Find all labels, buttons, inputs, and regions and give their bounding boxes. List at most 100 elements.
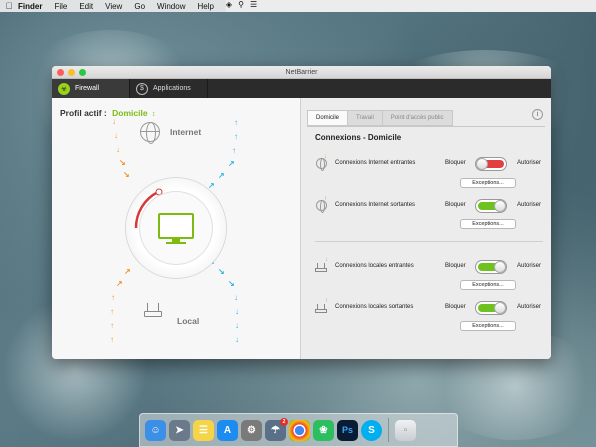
local-outbound-toggle[interactable]	[475, 301, 507, 315]
profile-selector[interactable]: Domicile	[112, 108, 147, 118]
local-outbound-arrow: ↑	[111, 293, 115, 302]
connections-panel: Domicile Travail Point d'accès public i …	[301, 98, 551, 359]
finder-icon[interactable]: ☺	[145, 419, 166, 441]
apple-menu-icon[interactable]: 	[0, 1, 18, 11]
local-label: Local	[177, 316, 200, 326]
outbound-arrow: ↗	[228, 159, 235, 168]
chevron-updown-icon[interactable]: ↕	[152, 111, 156, 118]
exceptions-button[interactable]: Exceptions...	[460, 219, 516, 229]
menu-go[interactable]: Go	[134, 2, 145, 11]
block-label: Bloquer	[445, 160, 466, 166]
allow-label: Autoriser	[517, 263, 542, 269]
local-inbound-icon: ↓	[315, 257, 329, 273]
chrome-icon[interactable]	[289, 419, 310, 441]
row-label: Connexions Internet entrantes	[335, 160, 416, 166]
app-store-icon[interactable]: A	[217, 419, 238, 441]
menu-view[interactable]: View	[105, 2, 122, 11]
notification-center-icon[interactable]: ☰	[250, 0, 257, 12]
internet-outbound-icon: ↑	[315, 196, 329, 213]
tab-firewall[interactable]: ☣ Firewall	[52, 79, 130, 98]
netbarrier-icon[interactable]: ☂ 2	[265, 417, 288, 441]
minimize-window-button[interactable]	[68, 69, 75, 76]
menu-window[interactable]: Window	[157, 2, 185, 11]
wifi-icon[interactable]: ◈	[226, 0, 232, 12]
block-label: Bloquer	[445, 202, 466, 208]
internet-label: Internet	[170, 127, 202, 137]
local-outbound-arrow: ↗	[116, 279, 123, 288]
local-inbound-arrow: ↘	[228, 279, 235, 288]
internet-globe-icon	[140, 122, 160, 144]
menu-bar:  Finder File Edit View Go Window Help ◈…	[0, 0, 596, 12]
computer-hub	[126, 178, 226, 278]
tab-public-hotspot[interactable]: Point d'accès public	[382, 110, 453, 126]
divider	[315, 241, 543, 242]
outbound-arrow: ↑	[232, 146, 236, 155]
zoom-window-button[interactable]	[79, 69, 86, 76]
title-bar: NetBarrier	[52, 66, 551, 79]
connection-row: ↑ Connexions Internet sortantes Bloquer …	[315, 196, 543, 214]
outbound-arrow: ↑	[234, 132, 238, 141]
local-outbound-arrow: ↑	[110, 321, 114, 330]
exceptions-button[interactable]: Exceptions...	[460, 178, 516, 188]
internet-outbound-toggle[interactable]	[475, 199, 507, 213]
skype-icon[interactable]: S	[361, 419, 382, 441]
system-preferences-icon[interactable]: ⚙	[241, 419, 262, 441]
internet-inbound-toggle[interactable]	[475, 157, 507, 171]
exceptions-button[interactable]: Exceptions...	[460, 280, 516, 290]
photoshop-icon[interactable]: Ps	[337, 419, 358, 441]
section-title: Connexions - Domicile	[315, 133, 402, 142]
toolbar: ☣ Firewall $ Applications	[52, 79, 551, 98]
dock: ☺ ➤ ☰ A ⚙ ☂ 2 ❀ Ps S ▫	[139, 413, 458, 447]
tab-domicile[interactable]: Domicile	[307, 110, 349, 126]
row-label: Connexions locales sortantes	[335, 304, 414, 310]
inbound-arrow: ↓	[114, 131, 118, 140]
tab-applications-label: Applications	[153, 85, 191, 92]
block-label: Bloquer	[445, 263, 466, 269]
close-window-button[interactable]	[57, 69, 64, 76]
local-outbound-arrow: ↑	[110, 307, 114, 316]
allow-label: Autoriser	[517, 160, 542, 166]
notification-badge: 2	[280, 417, 288, 426]
tab-firewall-label: Firewall	[75, 85, 100, 92]
local-outbound-icon: ↑	[315, 298, 329, 314]
traffic-diagram-panel: Profil actif : Domicile ↕ Internet Local…	[52, 98, 301, 359]
computer-monitor-icon	[158, 213, 194, 239]
internet-inbound-icon: ↓	[315, 154, 329, 171]
tab-travail[interactable]: Travail	[348, 110, 383, 126]
netbarrier-window: NetBarrier ☣ Firewall $ Applications Pro…	[52, 66, 551, 359]
local-inbound-toggle[interactable]	[475, 260, 507, 274]
local-inbound-arrow: ↓	[234, 293, 238, 302]
allow-label: Autoriser	[517, 202, 542, 208]
local-inbound-arrow: ↓	[235, 335, 239, 344]
profile-label: Profil actif :	[60, 108, 107, 118]
local-router-icon	[144, 303, 162, 317]
exceptions-button[interactable]: Exceptions...	[460, 321, 516, 331]
menu-help[interactable]: Help	[197, 2, 213, 11]
active-profile: Profil actif : Domicile ↕	[60, 108, 155, 118]
tab-applications[interactable]: $ Applications	[130, 79, 208, 98]
firewall-icon: ☣	[58, 82, 70, 95]
local-outbound-arrow: ↑	[110, 335, 114, 344]
info-icon[interactable]: i	[532, 109, 543, 120]
allow-label: Autoriser	[517, 304, 542, 310]
block-label: Bloquer	[445, 304, 466, 310]
menu-file[interactable]: File	[54, 2, 67, 11]
spotlight-icon[interactable]: ⚲	[238, 0, 244, 12]
row-label: Connexions locales entrantes	[335, 263, 414, 269]
menu-finder[interactable]: Finder	[18, 2, 42, 11]
local-inbound-arrow: ↓	[235, 307, 239, 316]
notes-icon[interactable]: ☰	[193, 419, 214, 441]
launchpad-icon[interactable]: ➤	[169, 419, 190, 441]
evernote-icon[interactable]: ❀	[313, 419, 334, 441]
connection-row: ↓ Connexions Internet entrantes Bloquer …	[315, 154, 543, 172]
connection-row: ↓ Connexions locales entrantes Bloquer A…	[315, 257, 543, 275]
applications-icon: $	[136, 82, 148, 95]
outbound-arrow: ↑	[234, 118, 238, 127]
local-inbound-arrow: ↓	[235, 321, 239, 330]
row-label: Connexions Internet sortantes	[335, 202, 416, 208]
inbound-arrow: ↓	[116, 145, 120, 154]
window-title: NetBarrier	[285, 69, 318, 76]
connection-row: ↑ Connexions locales sortantes Bloquer A…	[315, 298, 543, 316]
trash-icon[interactable]: ▫	[395, 419, 416, 441]
menu-edit[interactable]: Edit	[79, 2, 93, 11]
